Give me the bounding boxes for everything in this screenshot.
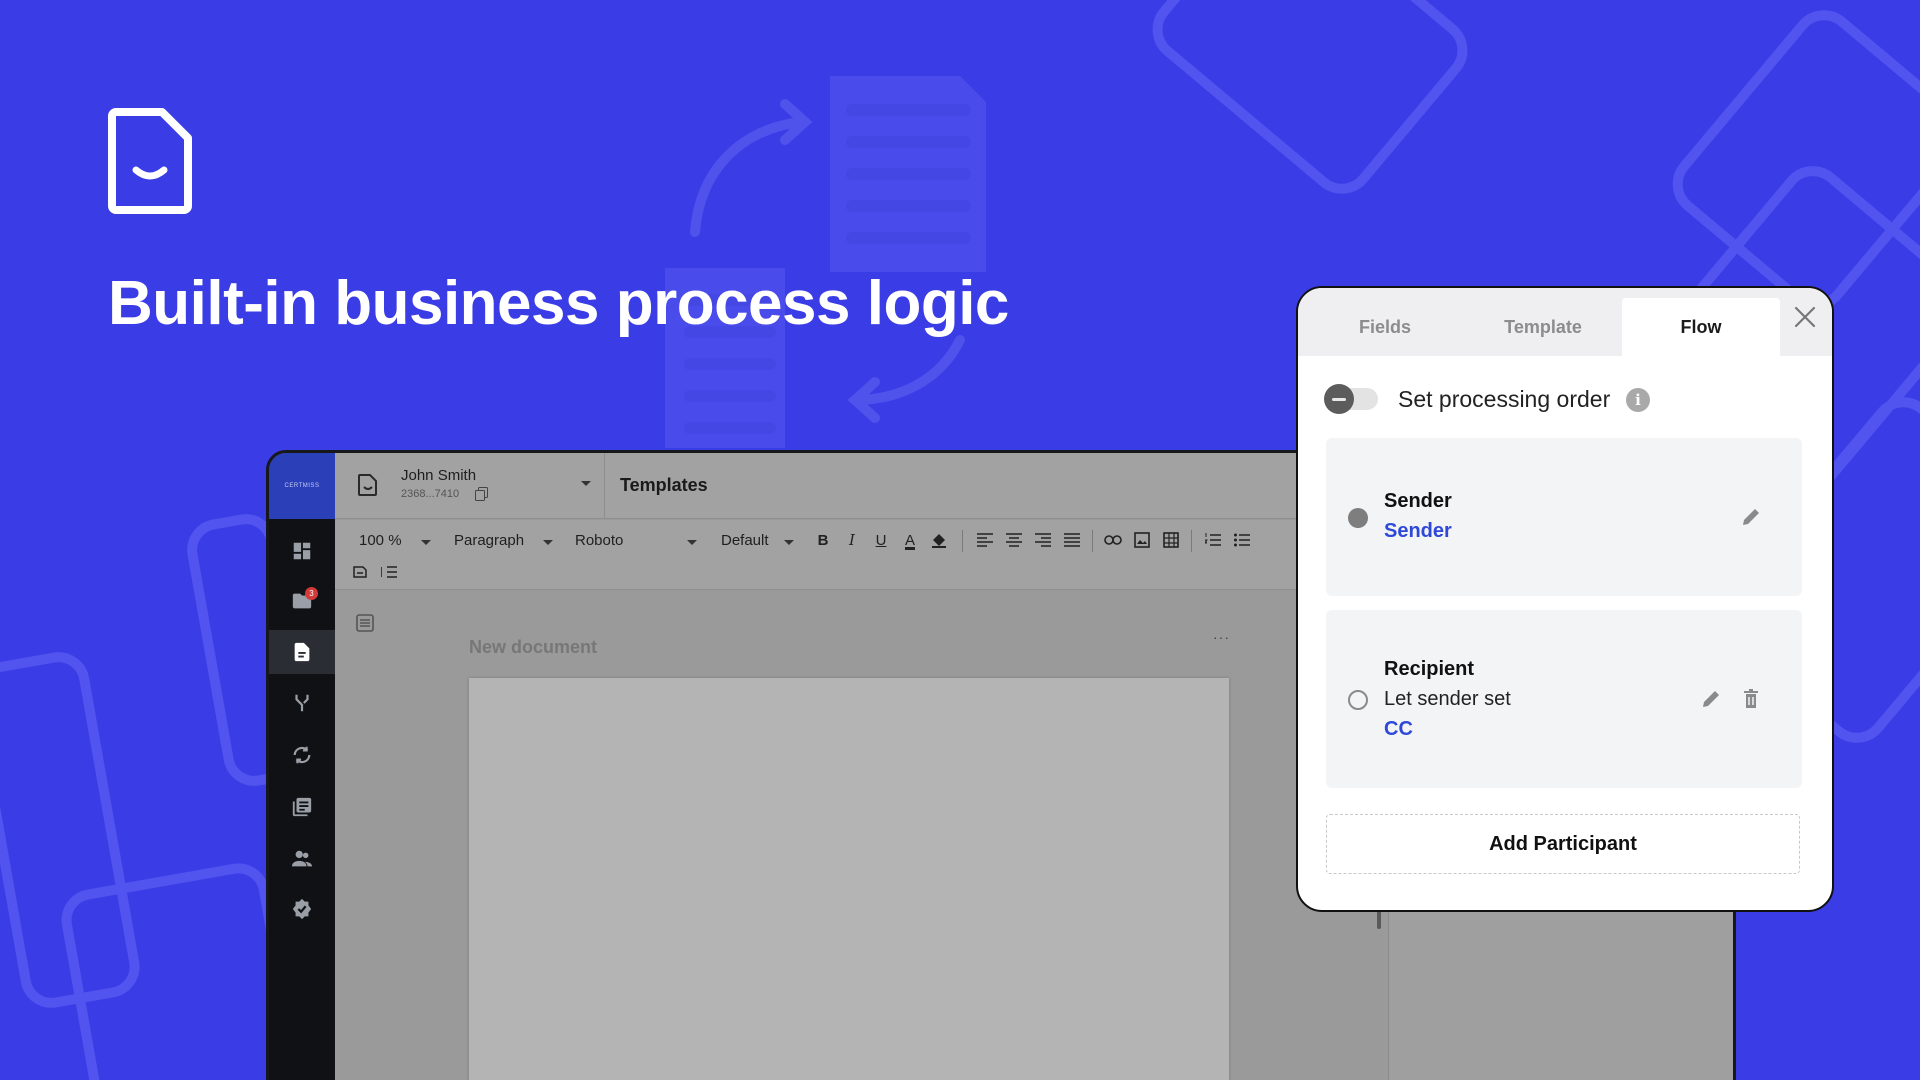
toolbar-divider — [1092, 530, 1093, 552]
processing-order-label: Set processing order — [1398, 386, 1611, 412]
bullet-list-button[interactable] — [1230, 528, 1254, 552]
font-chevron-icon[interactable] — [687, 540, 697, 545]
align-justify-icon — [1064, 533, 1080, 547]
indent-button[interactable] — [377, 560, 401, 584]
pencil-icon[interactable] — [1740, 506, 1762, 528]
clear-format-button[interactable] — [349, 560, 373, 584]
sidebar-item-sync[interactable] — [269, 733, 335, 777]
align-left-icon — [977, 533, 993, 547]
zoom-chevron-icon[interactable] — [421, 540, 431, 545]
user-document-icon — [358, 474, 377, 496]
sync-icon — [293, 746, 311, 764]
flow-panel: Fields Template Flow Set processing orde… — [1296, 286, 1834, 912]
brand-logo-icon — [108, 108, 192, 214]
trash-icon[interactable] — [1740, 688, 1762, 710]
user-switcher[interactable]: John Smith 2368...7410 — [335, 453, 605, 519]
pencil-icon[interactable] — [1700, 688, 1722, 710]
toolbar-divider — [1191, 530, 1192, 552]
participant-radio[interactable] — [1348, 508, 1368, 528]
paragraph-style-select[interactable]: Paragraph — [454, 532, 524, 549]
participant-card-sender: Sender Sender — [1326, 438, 1802, 596]
headline: Built-in business process logic — [108, 269, 1009, 338]
numbered-list-button[interactable] — [1201, 528, 1225, 552]
chevron-down-icon[interactable] — [581, 481, 591, 486]
participant-radio[interactable] — [1348, 690, 1368, 710]
more-options-icon[interactable]: ··· — [1213, 629, 1230, 645]
font-family-select[interactable]: Roboto — [575, 532, 623, 549]
participant-assignment-link[interactable]: Sender — [1384, 520, 1452, 543]
people-icon — [291, 850, 313, 867]
panel-tabs: Fields Template Flow — [1298, 288, 1832, 356]
link-icon — [1104, 535, 1122, 545]
document-page[interactable] — [469, 678, 1229, 1080]
font-size-select[interactable]: Default — [721, 532, 769, 549]
participant-detail: Let sender set — [1384, 688, 1511, 710]
sidebar-item-contacts[interactable] — [269, 837, 335, 881]
align-right-icon — [1035, 533, 1051, 547]
document-icon — [294, 642, 310, 662]
align-justify-button[interactable] — [1060, 528, 1084, 552]
app-sidebar: CERTMISS 3 — [269, 453, 335, 1080]
highlight-button[interactable] — [927, 528, 951, 552]
outline-icon[interactable] — [355, 613, 375, 633]
size-chevron-icon[interactable] — [784, 540, 794, 545]
participant-assignment-link[interactable]: CC — [1384, 718, 1413, 741]
processing-order-toggle[interactable] — [1324, 384, 1378, 414]
user-name: John Smith — [401, 467, 477, 484]
zoom-select[interactable]: 100 % — [359, 532, 402, 549]
close-icon — [1794, 306, 1816, 328]
numbered-list-icon — [1205, 533, 1221, 546]
tab-flow[interactable]: Flow — [1622, 298, 1780, 356]
bold-button[interactable]: B — [811, 528, 835, 552]
font-color-button[interactable]: A — [898, 528, 922, 552]
tab-template[interactable]: Template — [1464, 298, 1622, 356]
table-icon — [1163, 532, 1179, 548]
toolbar-divider — [962, 530, 963, 552]
paint-bucket-icon — [932, 534, 946, 548]
participant-role: Recipient — [1384, 658, 1475, 680]
insert-link-button[interactable] — [1101, 528, 1125, 552]
document-name[interactable]: New document — [469, 637, 597, 658]
image-icon — [1134, 532, 1150, 548]
sidebar-item-dashboard[interactable] — [269, 529, 335, 573]
user-id: 2368...7410 — [401, 488, 460, 500]
sidebar-item-library[interactable] — [269, 785, 335, 829]
underline-button[interactable]: U — [869, 528, 893, 552]
participant-role: Sender — [1384, 490, 1452, 512]
library-icon — [292, 797, 312, 817]
tab-fields[interactable]: Fields — [1306, 298, 1464, 356]
folder-badge: 3 — [305, 587, 318, 600]
italic-button[interactable]: I — [840, 528, 864, 552]
app-brand-text: CERTMISS — [284, 483, 320, 489]
align-left-button[interactable] — [973, 528, 997, 552]
fork-icon — [295, 694, 309, 712]
style-chevron-icon[interactable] — [543, 540, 553, 545]
sidebar-item-workflows[interactable] — [269, 681, 335, 725]
sidebar-item-templates[interactable] — [269, 630, 335, 674]
copy-icon[interactable] — [475, 487, 488, 501]
align-center-button[interactable] — [1002, 528, 1026, 552]
dashboard-icon — [293, 542, 311, 560]
align-right-button[interactable] — [1031, 528, 1055, 552]
app-brand: CERTMISS — [269, 453, 335, 519]
add-participant-button[interactable]: Add Participant — [1326, 814, 1800, 874]
verified-icon — [292, 898, 312, 920]
indent-icon — [381, 566, 397, 578]
info-icon[interactable]: i — [1626, 388, 1650, 412]
bullet-list-icon — [1234, 533, 1250, 547]
page-title: Templates — [620, 475, 708, 495]
sidebar-item-verified[interactable] — [269, 887, 335, 931]
sidebar-item-folders[interactable]: 3 — [269, 579, 335, 623]
clear-format-icon — [353, 566, 367, 578]
insert-image-button[interactable] — [1130, 528, 1154, 552]
close-button[interactable] — [1790, 302, 1820, 332]
toggle-knob — [1324, 384, 1354, 414]
participant-card-recipient: Recipient Let sender set CC — [1326, 610, 1802, 788]
insert-table-button[interactable] — [1159, 528, 1183, 552]
align-center-icon — [1006, 533, 1022, 547]
